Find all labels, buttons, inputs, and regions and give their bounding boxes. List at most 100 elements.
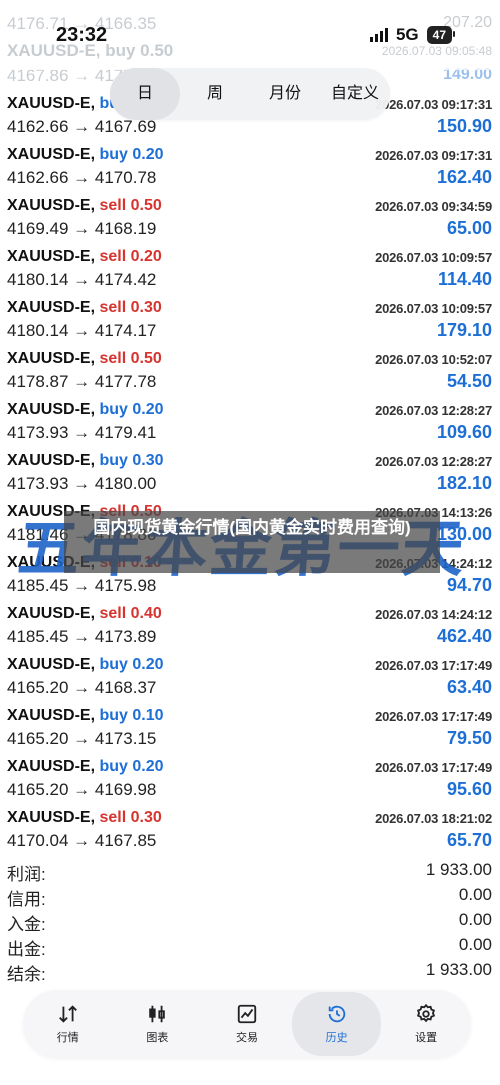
trade-row[interactable]: XAUUSD-E, buy 0.20 2026.07.03 17:17:49 416… bbox=[0, 651, 500, 702]
trade-row[interactable]: XAUUSD-E, buy 0.10 2026.07.03 17:17:49 416… bbox=[0, 702, 500, 753]
trade-symbol: XAUUSD-E, sell 0.20 bbox=[7, 248, 162, 266]
trade-prices: 4162.66 → 4167.69 bbox=[7, 117, 157, 136]
trade-date: 2026.07.03 18:21:02 bbox=[375, 811, 492, 826]
trade-row[interactable]: XAUUSD-E, sell 0.30 2026.07.03 18:21:02 41… bbox=[0, 804, 500, 855]
symbol-label: XAUUSD-E, bbox=[7, 809, 96, 826]
lot-size: 0.10 bbox=[132, 707, 164, 724]
nav-label: 行情 bbox=[56, 1032, 79, 1044]
lot-size: 0.20 bbox=[132, 146, 164, 163]
trade-date: 2026.07.03 09:17:31 bbox=[375, 148, 492, 163]
summary-row: 信用: 0.00 bbox=[0, 885, 500, 910]
symbol-label: XAUUSD-E, bbox=[7, 605, 96, 622]
lot-size: 0.50 bbox=[130, 197, 162, 214]
account-summary: 利润: 1 933.00 信用: 0.00 入金: 0.00 出金: 0.00 结余: 1 933… bbox=[0, 860, 500, 985]
trade-row[interactable]: XAUUSD-E, buy 0.30 2026.07.03 12:28:27 417… bbox=[0, 447, 500, 498]
trade-chart-icon bbox=[237, 1004, 257, 1024]
summary-value: 0.00 bbox=[458, 935, 492, 954]
symbol-label: XAUUSD-E, bbox=[7, 401, 96, 418]
trade-profit: 179.10 bbox=[436, 320, 492, 340]
summary-row: 结余: 1 933.00 bbox=[0, 960, 500, 985]
trade-side: buy 0.20 bbox=[99, 401, 163, 418]
side-label: buy bbox=[99, 656, 128, 673]
trade-row[interactable]: XAUUSD-E, sell 0.50 2026.07.03 09:34:59 41… bbox=[0, 192, 500, 243]
lot-size: 0.20 bbox=[132, 401, 164, 418]
trade-date: 2026.07.03 09:34:59 bbox=[375, 199, 492, 214]
trade-symbol: XAUUSD-E, sell 0.50 bbox=[7, 197, 162, 215]
trade-side: buy 0.20 bbox=[99, 146, 163, 163]
trade-symbol: XAUUSD-E, buy 0.20 bbox=[7, 146, 164, 164]
quotes-arrows-icon bbox=[58, 1005, 77, 1023]
side-label: buy bbox=[99, 452, 128, 469]
nav-label: 交易 bbox=[235, 1032, 258, 1044]
nav-quotes[interactable]: 行情 bbox=[23, 990, 113, 1058]
nav-trade[interactable]: 交易 bbox=[202, 990, 292, 1058]
nav-history[interactable]: 历史 bbox=[291, 992, 382, 1056]
tab-custom[interactable]: 自定义 bbox=[320, 68, 390, 120]
trade-prices: 4165.20 → 4173.15 bbox=[7, 729, 157, 748]
side-label: buy bbox=[99, 758, 128, 775]
trade-symbol: XAUUSD-E, buy 0.20 bbox=[7, 758, 164, 776]
trade-side: sell 0.50 bbox=[99, 350, 161, 367]
trade-row[interactable]: XAUUSD-E, buy 0.20 2026.07.03 17:17:49 416… bbox=[0, 753, 500, 804]
nav-label: 历史 bbox=[325, 1032, 348, 1044]
lot-size: 0.30 bbox=[132, 452, 164, 469]
summary-label: 出金: bbox=[7, 940, 46, 959]
trade-side: buy 0.10 bbox=[99, 707, 163, 724]
symbol-label: XAUUSD-E, bbox=[7, 197, 96, 214]
trade-prices: 4170.04 → 4167.85 bbox=[7, 831, 157, 850]
trade-profit: 109.60 bbox=[436, 422, 492, 442]
side-label: sell bbox=[99, 809, 127, 826]
summary-value: 0.00 bbox=[458, 910, 492, 929]
overlay-title: 国内现货黄金行情(国内黄金实时费用查询) bbox=[64, 511, 440, 573]
lot-size: 0.20 bbox=[132, 758, 164, 775]
trade-row[interactable]: XAUUSD-E, sell 0.20 2026.07.03 10:09:57 41… bbox=[0, 243, 500, 294]
nav-label: 设置 bbox=[415, 1032, 438, 1044]
symbol-label: XAUUSD-E, bbox=[7, 95, 96, 112]
nav-chart[interactable]: 图表 bbox=[113, 990, 203, 1058]
trade-date: 2026.07.03 12:28:27 bbox=[375, 403, 492, 418]
trade-prices: 4169.49 → 4168.19 bbox=[7, 219, 157, 238]
summary-row: 出金: 0.00 bbox=[0, 935, 500, 960]
battery-icon: 47 bbox=[426, 26, 456, 44]
nav-settings[interactable]: 设置 bbox=[381, 990, 471, 1058]
summary-label: 入金: bbox=[7, 915, 46, 934]
trade-symbol: XAUUSD-E, sell 0.50 bbox=[7, 350, 162, 368]
summary-value: 1 933.00 bbox=[425, 960, 492, 979]
trade-profit: 54.50 bbox=[446, 371, 492, 391]
trade-profit: 114.40 bbox=[437, 269, 492, 289]
candlestick-chart-icon bbox=[149, 1005, 166, 1023]
trade-date: 2026.07.03 12:28:27 bbox=[375, 454, 492, 469]
trade-date: 2026.07.03 17:17:49 bbox=[375, 709, 492, 724]
side-label: buy bbox=[99, 401, 128, 418]
trade-row[interactable]: XAUUSD-E, sell 0.50 2026.07.03 10:52:07 41… bbox=[0, 345, 500, 396]
trade-date: 2026.07.03 10:09:57 bbox=[375, 301, 492, 316]
trade-date: 2026.07.03 17:17:49 bbox=[375, 658, 492, 673]
trade-date: 2026.07.03 10:09:57 bbox=[375, 250, 492, 265]
trade-profit: 65.00 bbox=[446, 218, 492, 238]
clock: 23:32 bbox=[56, 24, 108, 46]
trade-profit: 63.40 bbox=[446, 677, 492, 697]
side-label: sell bbox=[99, 197, 127, 214]
trade-row[interactable]: XAUUSD-E, buy 0.20 2026.07.03 09:17:31 416… bbox=[0, 141, 500, 192]
trade-prices: 4165.20 → 4168.37 bbox=[7, 678, 157, 697]
trade-row[interactable]: XAUUSD-E, sell 0.40 2026.07.03 14:24:12 41… bbox=[0, 600, 500, 651]
trade-prices: 4162.66 → 4170.78 bbox=[7, 168, 157, 187]
summary-value: 1 933.00 bbox=[425, 860, 492, 879]
summary-label: 结余: bbox=[7, 965, 46, 984]
tab-week[interactable]: 周 bbox=[180, 68, 250, 120]
symbol-label: XAUUSD-E, bbox=[7, 146, 96, 163]
trade-profit: 79.50 bbox=[446, 728, 492, 748]
trade-prices: 4173.93 → 4179.41 bbox=[7, 423, 157, 442]
network-label: 5G bbox=[395, 25, 419, 44]
trade-prices: 4165.20 → 4169.98 bbox=[7, 780, 157, 799]
tab-month[interactable]: 月份 bbox=[250, 68, 320, 120]
trade-row[interactable]: XAUUSD-E, sell 0.30 2026.07.03 10:09:57 41… bbox=[0, 294, 500, 345]
trade-date: 2026.07.03 09:17:31 bbox=[375, 97, 492, 112]
tab-day[interactable]: 日 bbox=[110, 68, 180, 120]
trade-side: buy 0.20 bbox=[99, 758, 163, 775]
symbol-label: XAUUSD-E, bbox=[7, 452, 96, 469]
trade-symbol: XAUUSD-E, buy 0.20 bbox=[7, 401, 164, 419]
summary-label: 信用: bbox=[7, 890, 46, 909]
trade-row[interactable]: XAUUSD-E, buy 0.20 2026.07.03 12:28:27 417… bbox=[0, 396, 500, 447]
trade-profit: 65.70 bbox=[446, 830, 492, 850]
